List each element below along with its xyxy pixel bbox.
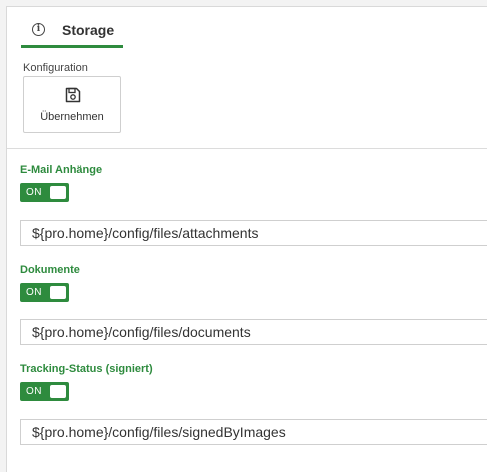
tab-label: Storage [62, 22, 115, 38]
toggle-state: ON [26, 187, 42, 198]
storage-panel: i Storage Konfiguration Übernehmen E-Mai… [6, 6, 487, 472]
documents-label: Dokumente [20, 264, 80, 276]
tracking-status-label: Tracking-Status (signiert) [20, 363, 153, 375]
attachments-label: E-Mail Anhänge [20, 164, 103, 176]
documents-path-input[interactable] [20, 319, 487, 345]
toggle-knob [50, 186, 66, 199]
attachments-toggle[interactable]: ON [20, 183, 69, 202]
tab-storage[interactable]: i Storage [21, 7, 123, 48]
documents-toggle[interactable]: ON [20, 283, 69, 302]
apply-button[interactable]: Übernehmen [23, 76, 121, 133]
toggle-knob [50, 385, 66, 398]
toolbar-group-caption: Konfiguration [23, 62, 88, 74]
apply-button-label: Übernehmen [40, 111, 104, 123]
floppy-disk-icon [65, 87, 81, 103]
tracking-status-path-input[interactable] [20, 419, 487, 445]
toggle-state: ON [26, 386, 42, 397]
info-icon: i [32, 23, 45, 36]
attachments-path-input[interactable] [20, 220, 487, 246]
tracking-status-toggle[interactable]: ON [20, 382, 69, 401]
toggle-state: ON [26, 287, 42, 298]
toggle-knob [50, 286, 66, 299]
section-divider [7, 148, 487, 149]
